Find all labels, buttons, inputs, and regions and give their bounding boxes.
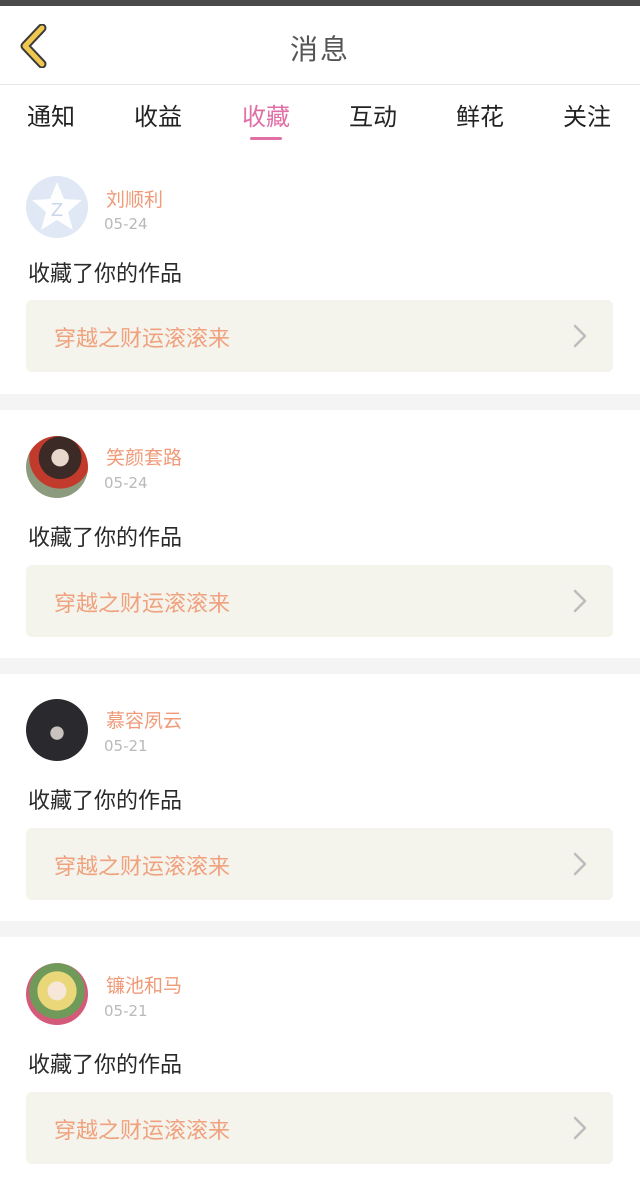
action-text: 收藏了你的作品 [28, 526, 183, 551]
divider [0, 658, 640, 674]
tab-notifications[interactable]: 通知 [27, 97, 75, 132]
work-title: 穿越之财运滚滚来 [54, 327, 231, 352]
tab-interactions[interactable]: 互动 [349, 97, 397, 132]
message-date: 05-21 [104, 737, 148, 755]
tab-bar: 通知 收益 收藏 互动 鲜花 关注 [0, 85, 640, 145]
list-item: Z 刘顺利 05-24 收藏了你的作品 穿越之财运滚滚来 [0, 145, 640, 394]
svg-text:Z: Z [51, 200, 63, 221]
work-link[interactable]: 穿越之财运滚滚来 [26, 300, 613, 372]
page-title: 消息 [289, 33, 350, 66]
action-text: 收藏了你的作品 [28, 262, 183, 287]
username[interactable]: 慕容夙云 [106, 706, 182, 733]
work-link[interactable]: 穿越之财运滚滚来 [26, 828, 613, 900]
message-date: 05-24 [104, 474, 148, 492]
user-photo-avatar[interactable] [26, 436, 88, 498]
message-date: 05-24 [104, 215, 148, 233]
username[interactable]: 笑颜套路 [106, 443, 182, 470]
work-title: 穿越之财运滚滚来 [54, 592, 231, 617]
work-link[interactable]: 穿越之财运滚滚来 [26, 565, 613, 637]
user-photo-avatar[interactable] [26, 699, 88, 761]
work-title: 穿越之财运滚滚来 [54, 855, 231, 880]
active-tab-indicator [250, 137, 282, 140]
tab-favorites[interactable]: 收藏 [242, 97, 290, 132]
chevron-right-icon [573, 324, 587, 348]
action-text: 收藏了你的作品 [28, 1053, 183, 1078]
list-item: 慕容夙云 05-21 收藏了你的作品 穿越之财运滚滚来 [0, 674, 640, 921]
chevron-right-icon [573, 852, 587, 876]
work-title: 穿越之财运滚滚来 [54, 1119, 231, 1144]
chevron-right-icon [573, 589, 587, 613]
tab-earnings[interactable]: 收益 [134, 97, 182, 132]
action-text: 收藏了你的作品 [28, 789, 183, 814]
divider [0, 394, 640, 410]
list-item: 镰池和马 05-21 收藏了你的作品 穿越之财运滚滚来 [0, 937, 640, 1190]
message-date: 05-21 [104, 1002, 148, 1020]
tab-flowers[interactable]: 鲜花 [456, 97, 504, 132]
default-avatar-icon[interactable]: Z [26, 176, 88, 238]
header: 消息 [0, 6, 640, 85]
list-item: 笑颜套路 05-24 收藏了你的作品 穿越之财运滚滚来 [0, 410, 640, 658]
username[interactable]: 刘顺利 [106, 185, 163, 212]
username[interactable]: 镰池和马 [106, 971, 182, 998]
chevron-right-icon [573, 1116, 587, 1140]
work-link[interactable]: 穿越之财运滚滚来 [26, 1092, 613, 1164]
tab-follows[interactable]: 关注 [563, 97, 611, 132]
anime-avatar[interactable] [26, 963, 88, 1025]
star-icon: Z [32, 182, 82, 230]
divider [0, 921, 640, 937]
